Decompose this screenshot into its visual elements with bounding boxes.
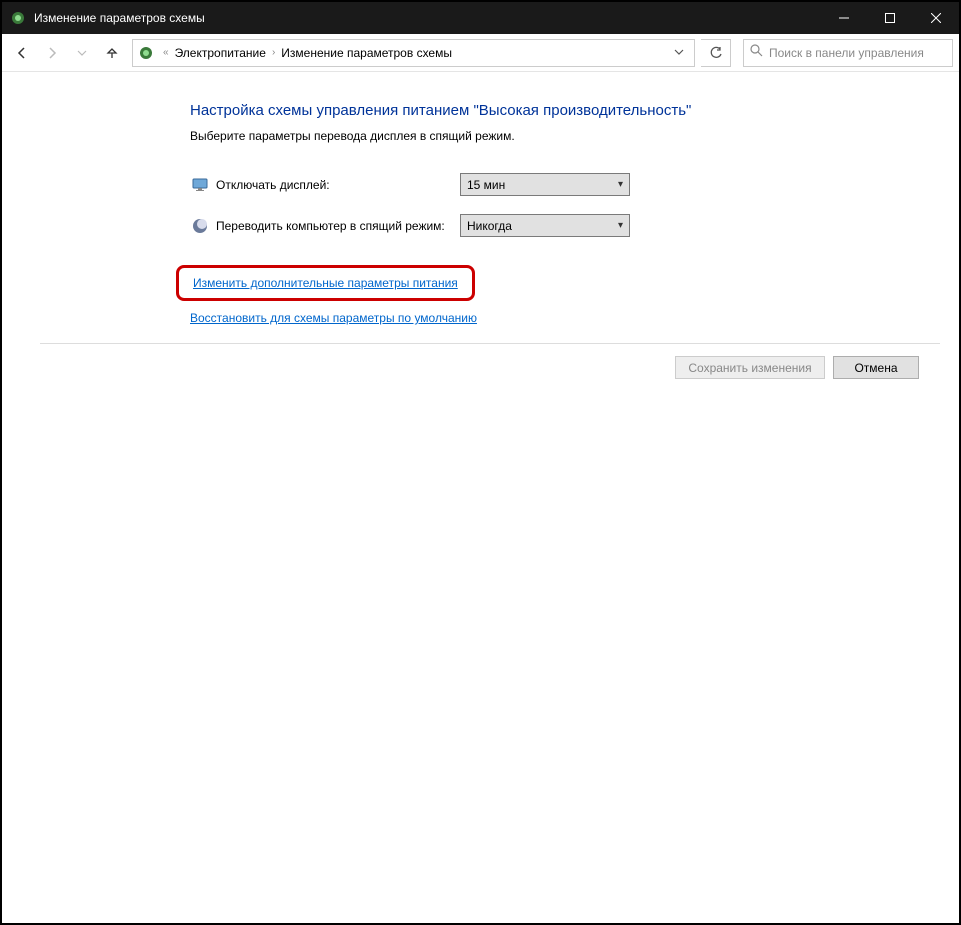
content-area: Настройка схемы управления питанием "Выс… [2,72,959,379]
display-off-value: 15 мин [467,178,618,192]
forward-button[interactable] [38,39,66,67]
chevron-down-icon: ▾ [618,179,623,190]
sleep-combo[interactable]: Никогда ▾ [460,214,630,237]
power-options-icon [137,44,155,62]
setting-sleep-label: Переводить компьютер в спящий режим: [216,219,460,233]
monitor-icon [190,175,210,195]
search-icon [750,44,763,62]
setting-display-off: Отключать дисплей: 15 мин ▾ [190,173,959,196]
minimize-button[interactable] [821,2,867,34]
navbar: « Электропитание › Изменение параметров … [2,34,959,72]
display-off-combo[interactable]: 15 мин ▾ [460,173,630,196]
breadcrumb-power-options[interactable]: Электропитание [171,46,270,60]
address-bar[interactable]: « Электропитание › Изменение параметров … [132,39,695,67]
chevron-right-icon: › [270,47,277,58]
moon-icon [190,216,210,236]
page-heading: Настройка схемы управления питанием "Выс… [190,102,959,119]
sleep-value: Никогда [467,219,618,233]
breadcrumb-sep: « [161,47,171,58]
up-button[interactable] [98,39,126,67]
button-row: Сохранить изменения Отмена [190,344,959,379]
save-button[interactable]: Сохранить изменения [675,356,825,379]
refresh-button[interactable] [701,39,731,67]
restore-defaults-link[interactable]: Восстановить для схемы параметры по умол… [190,311,477,325]
advanced-settings-link[interactable]: Изменить дополнительные параметры питани… [193,276,458,290]
titlebar: Изменение параметров схемы [2,2,959,34]
address-dropdown-button[interactable] [668,46,690,60]
setting-sleep: Переводить компьютер в спящий режим: Ник… [190,214,959,237]
setting-display-off-label: Отключать дисплей: [216,178,460,192]
window-title: Изменение параметров схемы [34,11,821,25]
cancel-button[interactable]: Отмена [833,356,919,379]
power-options-icon [10,10,26,26]
search-box[interactable] [743,39,953,67]
back-button[interactable] [8,39,36,67]
breadcrumb-edit-plan[interactable]: Изменение параметров схемы [277,46,456,60]
maximize-button[interactable] [867,2,913,34]
chevron-down-icon: ▾ [618,220,623,231]
annotation-highlight: Изменить дополнительные параметры питани… [176,265,475,301]
close-button[interactable] [913,2,959,34]
page-subtext: Выберите параметры перевода дисплея в сп… [190,129,959,143]
search-input[interactable] [769,46,946,60]
recent-locations-button[interactable] [68,39,96,67]
